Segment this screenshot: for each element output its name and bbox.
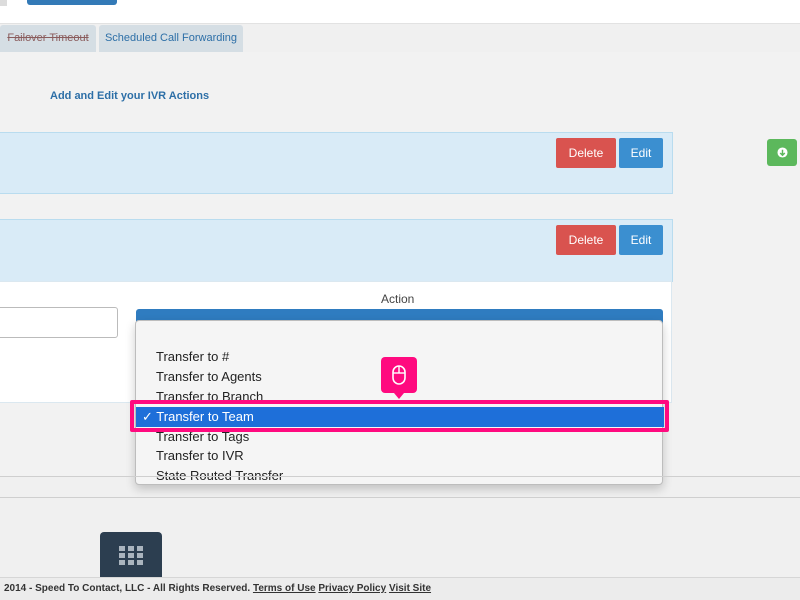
top-left-nub — [0, 0, 7, 6]
option-transfer-to-ivr[interactable]: Transfer to IVR — [156, 446, 244, 466]
action-text-input[interactable] — [0, 307, 118, 338]
footer-copyright: 2014 - Speed To Contact, LLC - All Right… — [4, 583, 251, 594]
arrow-circle-icon — [776, 147, 788, 158]
section-title: Add and Edit your IVR Actions — [50, 90, 210, 102]
top-strip — [0, 0, 800, 24]
arrow-circle-button[interactable] — [767, 139, 797, 166]
mouse-click-badge — [381, 357, 417, 399]
footer-link-privacy[interactable]: Privacy Policy — [318, 583, 386, 594]
footer-link-terms[interactable]: Terms of Use — [253, 583, 316, 594]
footer-link-visit-site[interactable]: Visit Site — [389, 583, 431, 594]
highlight-box — [130, 400, 669, 432]
tab-failover-timeout[interactable]: Failover Timeout — [0, 25, 96, 52]
option-transfer-to-agents[interactable]: Transfer to Agents — [156, 367, 262, 387]
delete-button-2[interactable]: Delete — [556, 225, 616, 255]
divider-1 — [0, 476, 800, 477]
action-label: Action — [381, 292, 415, 306]
mouse-icon — [392, 365, 406, 385]
divider-2 — [0, 497, 800, 498]
option-transfer-to-number[interactable]: Transfer to # — [156, 347, 229, 367]
delete-button-1[interactable]: Delete — [556, 138, 616, 168]
footer: 2014 - Speed To Contact, LLC - All Right… — [0, 577, 800, 600]
keypad-button[interactable] — [100, 532, 162, 580]
edit-button-2[interactable]: Edit — [619, 225, 663, 255]
tab-scheduled-call-forwarding[interactable]: Scheduled Call Forwarding — [99, 25, 243, 52]
grid-icon — [119, 546, 143, 565]
edit-button-1[interactable]: Edit — [619, 138, 663, 168]
top-blue-button[interactable] — [27, 0, 117, 5]
